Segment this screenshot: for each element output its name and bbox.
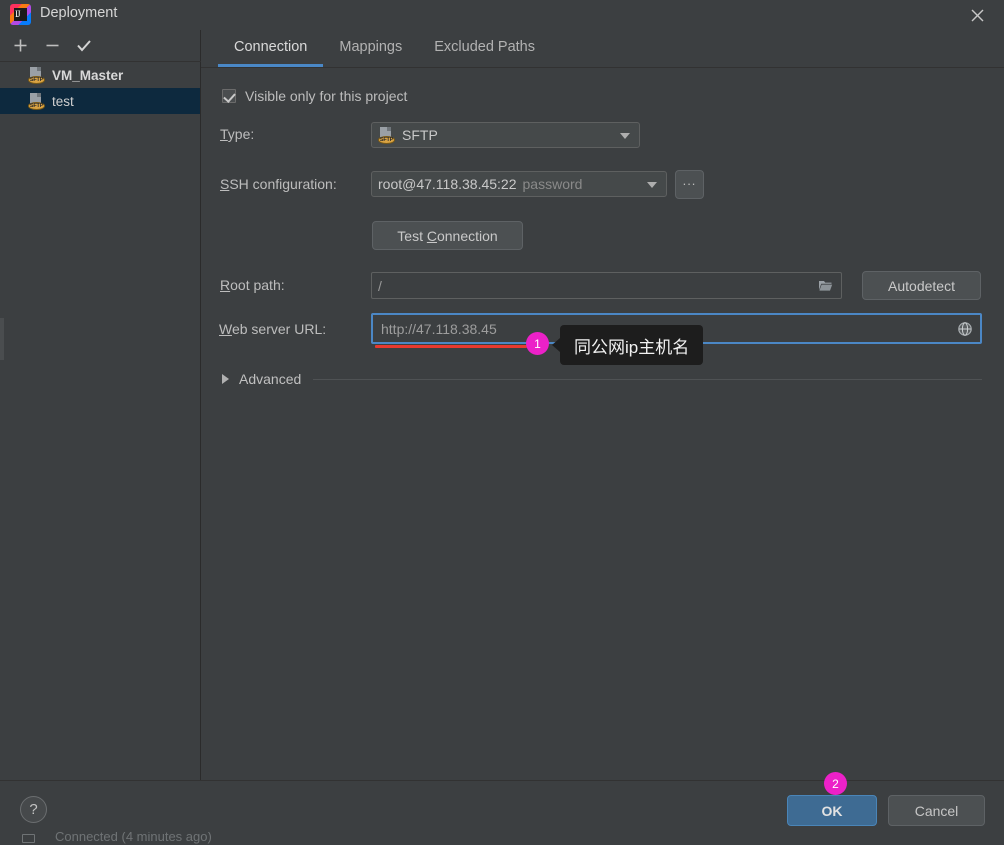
tab-bar: Connection Mappings Excluded Paths bbox=[201, 30, 1004, 68]
servers-toolbar bbox=[0, 30, 201, 62]
plus-icon bbox=[14, 39, 26, 52]
ssh-configuration-auth-type: password bbox=[522, 176, 583, 192]
server-list: SFTP VM_Master SFTP test bbox=[0, 62, 200, 780]
help-button[interactable]: ? bbox=[20, 796, 47, 823]
sftp-badge-label: SFTP bbox=[378, 135, 395, 144]
intellij-idea-logo-icon: IJ bbox=[10, 4, 31, 25]
server-list-item-test[interactable]: SFTP test bbox=[0, 88, 200, 114]
root-path-value: / bbox=[378, 277, 382, 294]
root-path-input[interactable]: / bbox=[371, 272, 842, 299]
ssh-configuration-browse-button[interactable]: ... bbox=[675, 170, 704, 199]
type-label-row: Type: bbox=[220, 126, 254, 142]
type-label: Type: bbox=[220, 126, 255, 142]
minus-icon bbox=[46, 44, 58, 47]
tab-excluded-paths[interactable]: Excluded Paths bbox=[418, 30, 551, 67]
ssh-configuration-combobox[interactable]: root@47.118.38.45:22 password bbox=[371, 171, 667, 197]
ssh-configuration-value: root@47.118.38.45:22 bbox=[378, 176, 517, 192]
dialog-titlebar: IJ Deployment bbox=[0, 0, 1004, 30]
server-list-item-vm-master[interactable]: SFTP VM_Master bbox=[0, 62, 200, 88]
autodetect-label: Autodetect bbox=[888, 277, 955, 294]
tab-connection[interactable]: Connection bbox=[218, 30, 324, 67]
sftp-icon: SFTP bbox=[28, 66, 45, 84]
close-icon[interactable] bbox=[964, 2, 990, 28]
web-server-url-label-row: Web server URL: bbox=[219, 321, 326, 337]
ellipsis-icon: ... bbox=[682, 173, 697, 188]
web-server-url-label: Web server URL: bbox=[219, 321, 327, 337]
root-path-label-row: Root path: bbox=[220, 277, 285, 293]
autodetect-button[interactable]: Autodetect bbox=[862, 271, 981, 300]
sftp-icon: SFTP bbox=[378, 126, 395, 144]
annotation-tooltip: 同公网ip主机名 bbox=[551, 325, 704, 365]
type-value: SFTP bbox=[402, 127, 438, 143]
visible-only-checkbox[interactable] bbox=[222, 89, 236, 103]
status-bar-text: Connected (4 minutes ago) bbox=[55, 832, 212, 844]
chevron-down-icon bbox=[620, 133, 630, 139]
panel-edge-artifact bbox=[0, 318, 4, 360]
tab-mappings[interactable]: Mappings bbox=[323, 30, 418, 67]
sftp-badge-label: SFTP bbox=[28, 101, 45, 110]
servers-panel: SFTP VM_Master SFTP test bbox=[0, 30, 201, 780]
cancel-button[interactable]: Cancel bbox=[888, 795, 985, 826]
test-connection-label: Test Connection bbox=[397, 227, 498, 244]
server-name: VM_Master bbox=[52, 67, 124, 83]
set-default-server-button[interactable] bbox=[68, 31, 100, 61]
ssh-config-label-row: SSH configuration: bbox=[220, 176, 337, 192]
chevron-down-icon bbox=[647, 182, 657, 188]
sftp-icon: SFTP bbox=[28, 92, 45, 110]
chevron-right-icon[interactable] bbox=[222, 374, 229, 384]
folder-icon[interactable] bbox=[818, 279, 833, 292]
remove-server-button[interactable] bbox=[36, 31, 68, 61]
visible-only-label: Visible only for this project bbox=[245, 88, 408, 104]
annotation-badge-2: 2 bbox=[824, 772, 847, 795]
web-server-url-value: http://47.118.38.45 bbox=[381, 320, 497, 337]
ok-button[interactable]: OK bbox=[787, 795, 877, 826]
ssh-configuration-label: SSH configuration: bbox=[220, 176, 337, 192]
sftp-badge-label: SFTP bbox=[28, 75, 45, 84]
type-combobox[interactable]: SFTP SFTP bbox=[371, 122, 640, 148]
status-bar-icon bbox=[22, 834, 35, 843]
dialog-title: Deployment bbox=[40, 5, 118, 21]
ide-status-bar: Connected (4 minutes ago) bbox=[0, 832, 1004, 845]
advanced-separator bbox=[313, 378, 982, 380]
check-icon bbox=[77, 40, 91, 52]
annotation-badge-1: 1 bbox=[526, 332, 549, 355]
test-connection-button[interactable]: Test Connection bbox=[372, 221, 523, 250]
advanced-label: Advanced bbox=[239, 371, 302, 387]
deployment-dialog: Connected (4 minutes ago) IJ Deployment bbox=[0, 0, 1004, 845]
add-server-button[interactable] bbox=[4, 31, 36, 61]
visible-only-row[interactable]: Visible only for this project bbox=[222, 88, 407, 104]
advanced-section-header[interactable]: Advanced bbox=[222, 369, 982, 389]
annotation-underline bbox=[375, 345, 527, 348]
globe-icon[interactable] bbox=[957, 321, 973, 337]
root-path-label: Root path: bbox=[220, 277, 285, 293]
server-name: test bbox=[52, 93, 74, 109]
